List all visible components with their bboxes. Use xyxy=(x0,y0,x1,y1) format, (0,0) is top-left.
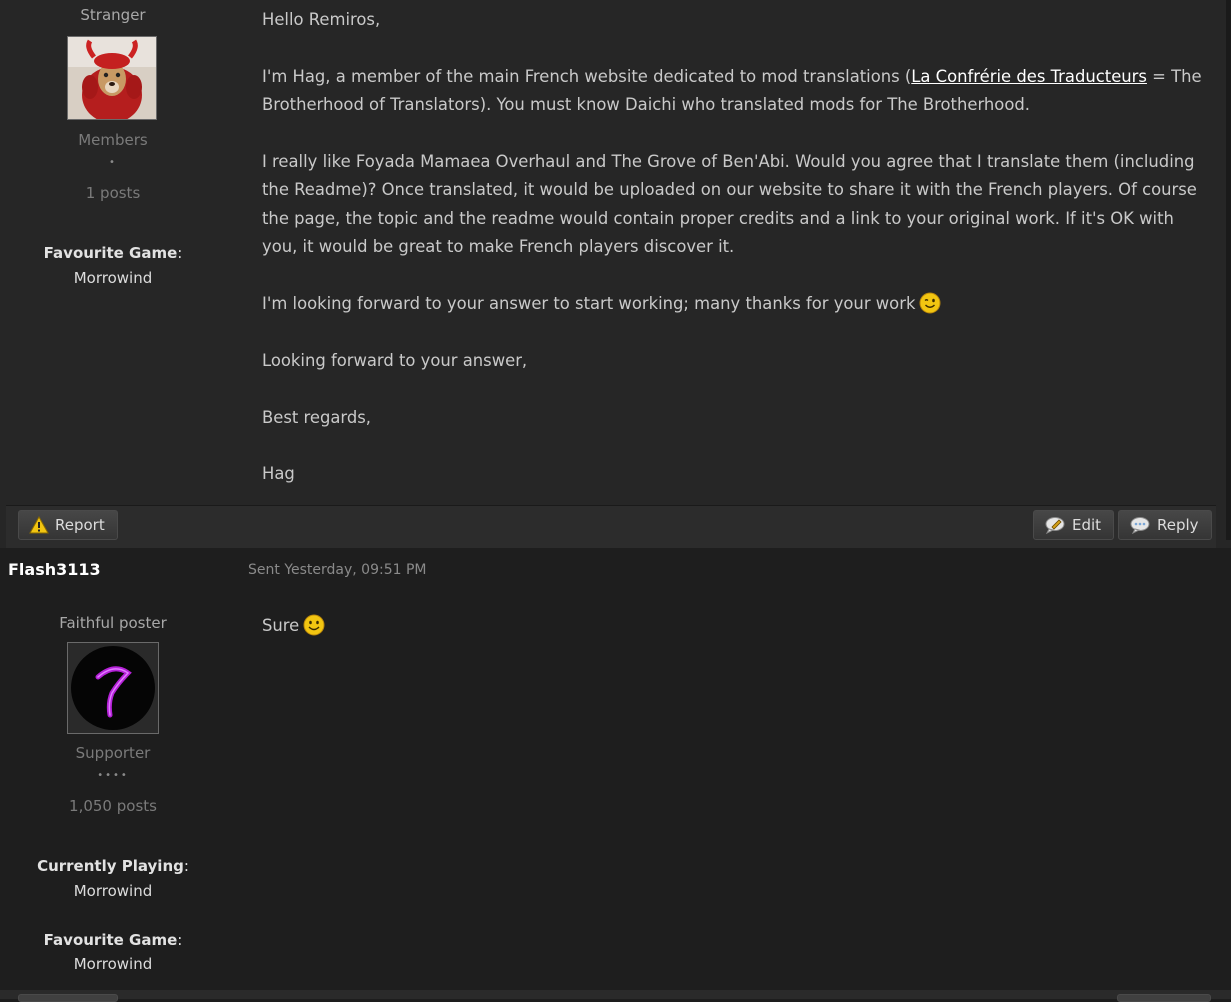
author-avatar[interactable] xyxy=(67,642,159,734)
profile-field-label: Currently Playing: xyxy=(37,857,189,875)
reply-button[interactable] xyxy=(1117,994,1211,1002)
post-body-text: Sure xyxy=(262,612,1202,640)
author-post-count: 1 posts xyxy=(85,184,141,202)
author-group: Supporter xyxy=(75,744,151,762)
post-1-action-bar: Report Edit Reply xyxy=(6,505,1216,548)
profile-field-label: Favourite Game: xyxy=(43,931,183,949)
favourite-game-value: Morrowind xyxy=(73,955,153,973)
post-thanks-paragraph: I'm looking forward to your answer to st… xyxy=(262,290,1202,318)
author-rank-title: Faithful poster xyxy=(59,614,167,632)
edit-button[interactable]: Edit xyxy=(1033,510,1115,540)
author-rank-title: Stranger xyxy=(80,6,146,24)
wink-smiley-icon xyxy=(919,292,941,314)
favourite-game-label: Favourite Game xyxy=(43,931,178,949)
post-2-content: Sure xyxy=(262,612,1202,669)
reply-button[interactable]: Reply xyxy=(1118,510,1212,540)
reply-bubble-icon xyxy=(1130,517,1150,534)
author-avatar[interactable] xyxy=(67,36,157,120)
currently-playing-value: Morrowind xyxy=(73,882,153,900)
post-closing-2: Best regards, xyxy=(262,407,372,427)
post-2: Faithful poster Supporter •••• 1,050 pos… xyxy=(0,594,1231,990)
author-post-count: 1,050 posts xyxy=(69,797,157,815)
scrollbar-track[interactable] xyxy=(1226,0,1231,540)
author-group: Members xyxy=(78,131,148,149)
post-signature: Hag xyxy=(262,464,295,484)
post-1-content: Hello Remiros, I'm Hag, a member of the … xyxy=(262,6,1202,517)
author-rank-pips: • xyxy=(109,157,117,168)
post-2-action-bar xyxy=(0,990,1231,999)
report-button[interactable]: Report xyxy=(18,510,118,540)
thanks-text: I'm looking forward to your answer to st… xyxy=(262,294,916,314)
report-button[interactable] xyxy=(18,994,118,1002)
post-1: Stranger Members • 1 posts Favourite Gam… xyxy=(0,0,1231,548)
post-request-paragraph: I really like Foyada Mamaea Overhaul and… xyxy=(262,152,1197,257)
favourite-game-value: Morrowind xyxy=(73,269,153,287)
post-greeting: Hello Remiros, xyxy=(262,10,381,29)
sure-text: Sure xyxy=(262,616,300,635)
post-2-sent-time: Sent Yesterday, 09:51 PM xyxy=(248,562,427,578)
currently-playing-label: Currently Playing xyxy=(37,857,184,875)
edit-bubble-icon xyxy=(1045,517,1065,534)
author-rank-pips: •••• xyxy=(97,770,129,781)
profile-field-label: Favourite Game: xyxy=(43,244,183,262)
confrerie-link[interactable]: La Confrérie des Traducteurs xyxy=(911,67,1147,86)
report-button-label: Report xyxy=(55,516,105,534)
avatar-image xyxy=(68,643,158,733)
post-2-username[interactable]: Flash3113 xyxy=(8,560,101,579)
smile-smiley-icon xyxy=(303,614,325,636)
reply-button-label: Reply xyxy=(1157,516,1199,534)
post-2-header: Flash3113 Sent Yesterday, 09:51 PM xyxy=(0,548,1231,594)
post-closing-1: Looking forward to your answer, xyxy=(262,350,528,370)
edit-button-label: Edit xyxy=(1072,516,1102,534)
favourite-game-label: Favourite Game xyxy=(43,244,178,262)
intro-text: I'm Hag, a member of the main French web… xyxy=(262,66,912,86)
avatar-image xyxy=(68,37,156,119)
post-intro-paragraph: I'm Hag, a member of the main French web… xyxy=(262,63,1202,120)
warning-icon xyxy=(29,516,49,534)
